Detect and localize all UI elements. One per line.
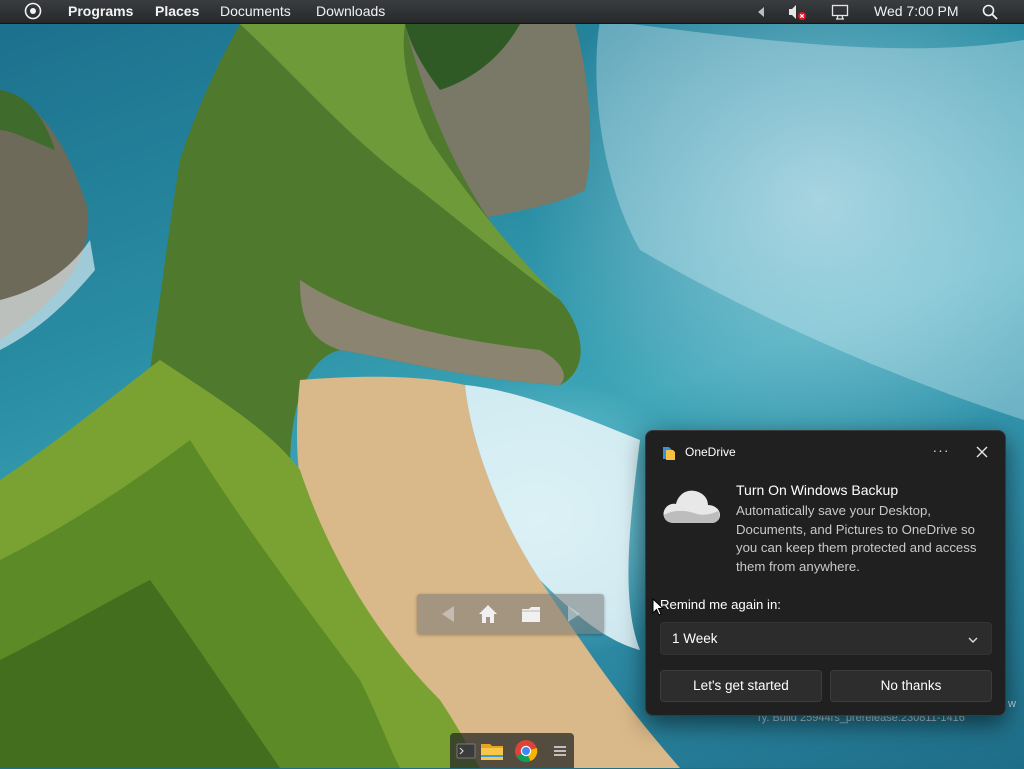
menu-documents[interactable]: Documents	[214, 0, 297, 23]
get-started-button[interactable]: Let's get started	[660, 670, 822, 702]
terminal-icon[interactable]	[453, 738, 479, 764]
close-icon[interactable]	[971, 441, 993, 463]
menu-icon[interactable]	[547, 738, 573, 764]
no-thanks-button[interactable]: No thanks	[830, 670, 992, 702]
remind-label: Remind me again in:	[660, 597, 781, 612]
remind-interval-value: 1 Week	[672, 631, 718, 646]
menu-downloads[interactable]: Downloads	[310, 0, 391, 23]
folder-icon[interactable]	[519, 602, 543, 626]
file-nav-widget	[417, 594, 604, 634]
cloud-icon	[660, 483, 722, 529]
menu-programs[interactable]: Programs	[62, 0, 139, 23]
notification-description: Automatically save your Desktop, Documen…	[736, 503, 977, 574]
file-manager-icon[interactable]	[479, 738, 505, 764]
back-arrow-icon[interactable]	[436, 602, 460, 626]
onedrive-logo-icon	[661, 445, 677, 461]
chrome-browser-icon[interactable]	[513, 738, 539, 764]
build-watermark-tail: w	[1008, 698, 1016, 710]
more-options-button[interactable]: ···	[929, 441, 953, 463]
volume-muted-icon[interactable]	[786, 0, 808, 23]
distro-logo-icon[interactable]	[24, 2, 42, 20]
forward-arrow-icon[interactable]	[562, 602, 586, 626]
dock	[450, 733, 574, 768]
clock[interactable]: Wed 7:00 PM	[868, 0, 965, 23]
search-icon[interactable]	[979, 0, 1001, 23]
app-name: OneDrive	[685, 445, 736, 459]
menu-places[interactable]: Places	[149, 0, 205, 23]
home-icon[interactable]	[476, 602, 500, 626]
mouse-cursor-icon	[652, 597, 665, 616]
chevron-down-icon	[967, 633, 979, 645]
notification-title: Turn On Windows Backup	[736, 482, 899, 498]
display-icon[interactable]	[829, 0, 851, 23]
top-panel: Programs Places Documents Downloads Wed …	[0, 0, 1024, 24]
tray-arrow-icon[interactable]	[754, 0, 768, 23]
onedrive-backup-notification: OneDrive ··· Turn On Windows Backup Auto…	[645, 430, 1006, 716]
remind-interval-select[interactable]: 1 Week	[660, 622, 992, 655]
